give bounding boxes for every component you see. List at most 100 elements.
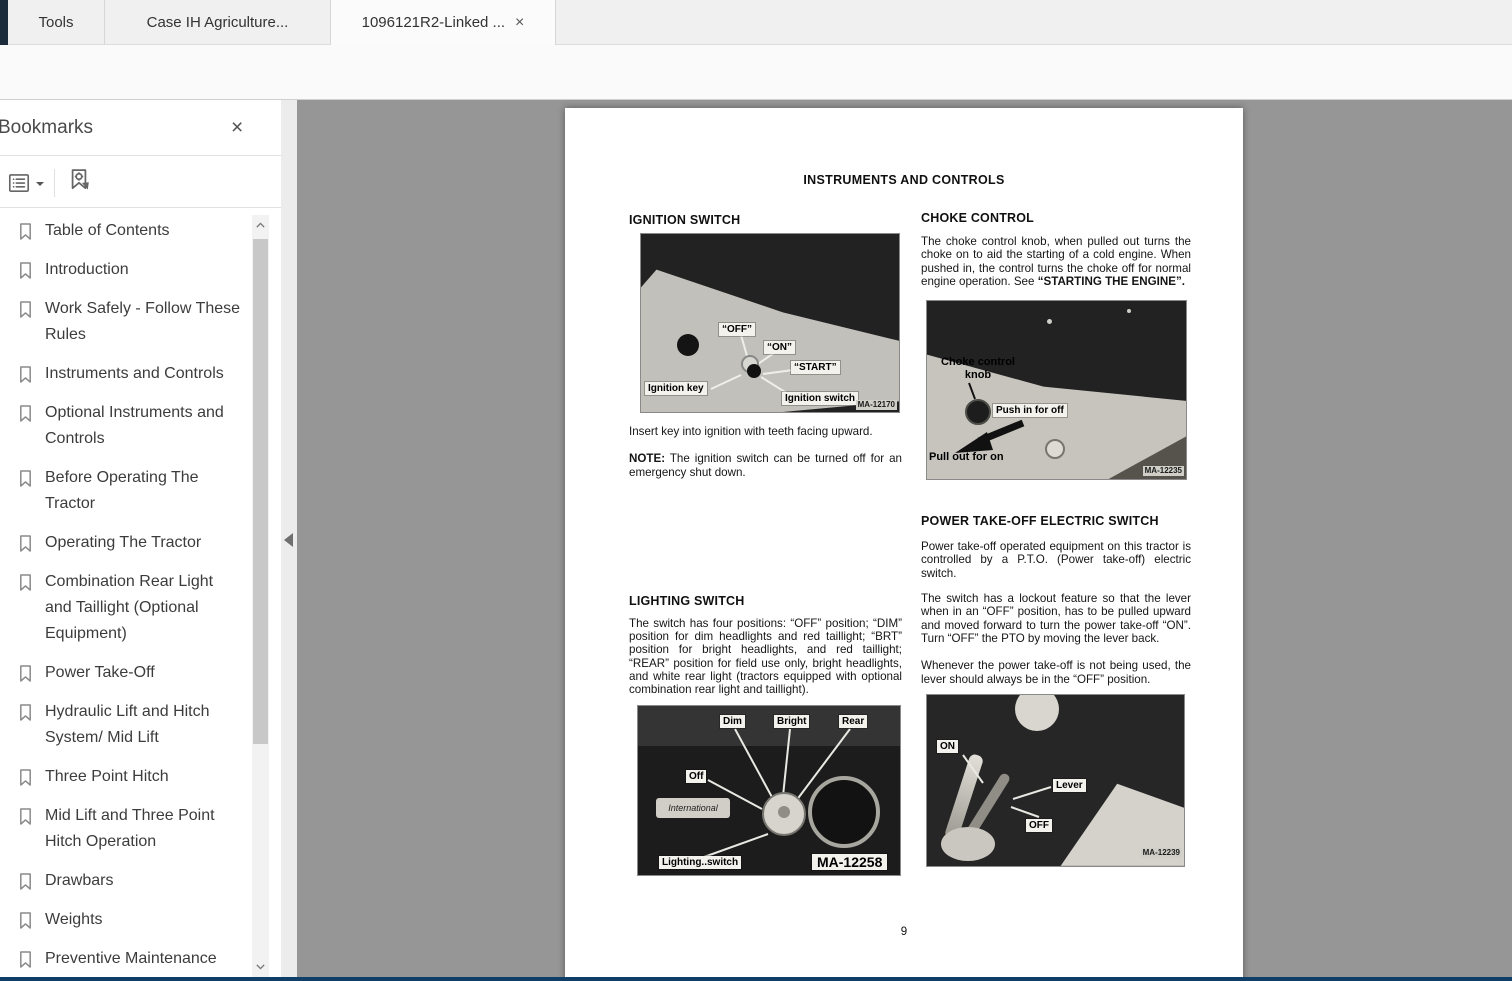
note-label: NOTE:	[629, 452, 666, 466]
photo-shape	[747, 364, 761, 378]
photo-label-dim: Dim	[720, 714, 745, 728]
bookmark-icon	[20, 873, 31, 890]
lighting-body: The switch has four positions: “OFF” pos…	[629, 616, 902, 697]
bookmark-label: Operating The Tractor	[45, 534, 202, 551]
right-column: CHOKE CONTROL The choke control knob, wh…	[921, 211, 1191, 867]
scroll-down-icon[interactable]	[252, 958, 269, 975]
bookmark-icon	[20, 951, 31, 968]
tab-document-2-active[interactable]: 1096121R2-Linked ... ×	[330, 0, 556, 45]
divider	[0, 155, 281, 156]
bookmarks-options-button[interactable]	[6, 170, 44, 196]
photo-label-push-in: Push in for off	[993, 404, 1067, 418]
document-view[interactable]: INSTRUMENTS AND CONTROLS IGNITION SWITCH…	[297, 100, 1512, 977]
acrobat-window: Tools Case IH Agriculture... 1096121R2-L…	[0, 0, 1512, 981]
photo-shape	[965, 399, 991, 426]
bookmark-icon	[20, 301, 31, 318]
bookmarks-list: Table of Contents Introduction Work Safe…	[0, 218, 250, 978]
pto-paragraph-1: Power take-off operated equipment on thi…	[921, 540, 1191, 580]
bookmark-label: Hydraulic Lift and Hitch System/ Mid Lif…	[45, 703, 210, 746]
photo-label-ignition-key: Ignition key	[645, 382, 707, 395]
photo-id: MA-12258	[812, 853, 888, 870]
photo-label-off: Off	[686, 769, 707, 783]
bookmark-icon	[20, 808, 31, 825]
bookmark-item-instruments-and-controls[interactable]: Instruments and Controls	[18, 361, 250, 387]
photo-label-ignition-switch: Ignition switch	[782, 392, 858, 405]
bookmark-label: Preventive Maintenance Guide	[45, 950, 217, 978]
left-column: IGNITION SWITCH “OFF” “ON” “START” Ignit…	[629, 213, 902, 876]
photo-label-text: Choke control knob	[941, 356, 1015, 382]
tab-document-1[interactable]: Case IH Agriculture...	[104, 0, 330, 45]
photo-label-pull-out: Pull out for on	[929, 451, 1004, 464]
scroll-up-icon[interactable]	[252, 217, 269, 234]
bookmark-item-power-take-off[interactable]: Power Take-Off	[18, 660, 250, 686]
photo-id: MA-12170	[855, 400, 897, 410]
bookmark-icon	[20, 405, 31, 422]
bookmark-item-work-safely[interactable]: Work Safely - Follow These Rules	[18, 296, 250, 348]
bookmark-item-hydraulic-lift[interactable]: Hydraulic Lift and Hitch System/ Mid Lif…	[18, 699, 250, 751]
bottom-window-edge	[0, 977, 1512, 981]
main-toolbar: / 64 57.9%	[0, 45, 1512, 138]
pto-paragraph-3: Whenever the power take-off is not being…	[921, 659, 1191, 686]
bookmark-item-drawbars[interactable]: Drawbars	[18, 868, 250, 894]
collapse-panel-icon[interactable]	[284, 533, 293, 547]
ignition-switch-photo: “OFF” “ON” “START” Ignition key Ignition…	[640, 233, 900, 413]
bookmark-icon	[20, 665, 31, 682]
ignition-switch-heading: IGNITION SWITCH	[629, 213, 741, 227]
photo-shape	[808, 775, 880, 848]
divider	[54, 168, 55, 197]
close-icon[interactable]: ×	[231, 116, 243, 140]
pto-paragraph-2: The switch has a lockout feature so that…	[921, 592, 1191, 645]
tab-tools[interactable]: Tools	[8, 0, 104, 45]
bookmark-icon	[20, 574, 31, 591]
tab-tools-label: Tools	[38, 14, 74, 31]
bookmark-item-mid-lift-operation[interactable]: Mid Lift and Three Point Hitch Operation	[18, 803, 250, 855]
window-edge	[0, 0, 8, 45]
bookmarks-panel: Bookmarks × Table of Contents Introducti…	[0, 100, 281, 981]
locate-current-bookmark-button[interactable]	[65, 166, 93, 199]
bookmark-label: Mid Lift and Three Point Hitch Operation	[45, 807, 215, 850]
bookmark-item-before-operating[interactable]: Before Operating The Tractor	[18, 465, 250, 517]
pdf-page: INSTRUMENTS AND CONTROLS IGNITION SWITCH…	[565, 108, 1243, 977]
photo-label-lighting-switch: Lighting..switch	[659, 855, 742, 869]
bookmark-item-preventive-maintenance[interactable]: Preventive Maintenance Guide	[18, 946, 250, 978]
bookmark-item-optional-instruments[interactable]: Optional Instruments and Controls	[18, 400, 250, 452]
photo-label-rear: Rear	[839, 714, 868, 728]
bookmark-label: Combination Rear Light and Taillight (Op…	[45, 573, 214, 642]
choke-body-bold: “STARTING THE ENGINE”.	[1037, 274, 1185, 288]
ignition-note: NOTE: The ignition switch can be turned …	[629, 452, 902, 479]
bookmark-icon	[20, 769, 31, 786]
page-number: 9	[900, 926, 908, 938]
bookmark-item-three-point-hitch[interactable]: Three Point Hitch	[18, 764, 250, 790]
chevron-down-icon	[36, 182, 44, 190]
bookmark-label: Three Point Hitch	[45, 768, 169, 785]
bookmarks-panel-title: Bookmarks	[0, 117, 94, 138]
tab-close-icon[interactable]: ×	[515, 14, 524, 31]
panel-gutter	[281, 100, 297, 981]
choke-control-photo: Choke control knob Push in for off Pull …	[926, 300, 1187, 481]
bookmark-label: Optional Instruments and Controls	[45, 404, 224, 447]
photo-label-off: “OFF”	[719, 323, 755, 336]
photo-shape	[778, 805, 790, 818]
lighting-switch-photo: International Dim Bright Rear Off Lighti…	[637, 704, 901, 876]
bookmark-item-introduction[interactable]: Introduction	[18, 257, 250, 283]
bookmarks-scrollbar[interactable]	[252, 215, 269, 977]
bookmark-item-combination-rear-light[interactable]: Combination Rear Light and Taillight (Op…	[18, 569, 250, 647]
bookmark-item-table-of-contents[interactable]: Table of Contents	[18, 218, 250, 244]
lighting-switch-heading: LIGHTING SWITCH	[629, 593, 745, 608]
bookmark-item-operating-the-tractor[interactable]: Operating The Tractor	[18, 530, 250, 556]
photo-label-off: OFF	[1026, 818, 1052, 832]
scrollbar-thumb[interactable]	[253, 239, 268, 744]
photo-id: MA-12235	[1142, 466, 1184, 477]
bookmark-icon	[20, 704, 31, 721]
bookmark-label: Instruments and Controls	[45, 365, 224, 382]
choke-body: The choke control knob, when pulled out …	[921, 235, 1191, 288]
bookmark-label: Drawbars	[45, 872, 114, 889]
photo-id: MA-12239	[1140, 847, 1182, 858]
choke-control-heading: CHOKE CONTROL	[921, 211, 1035, 225]
bookmark-label: Introduction	[45, 261, 129, 278]
bookmarks-options-row	[6, 166, 93, 199]
photo-label-on: “ON”	[764, 341, 795, 354]
bookmark-label: Before Operating The Tractor	[45, 469, 199, 512]
bookmark-item-weights[interactable]: Weights	[18, 907, 250, 933]
tab-bar: Tools Case IH Agriculture... 1096121R2-L…	[0, 0, 1512, 45]
